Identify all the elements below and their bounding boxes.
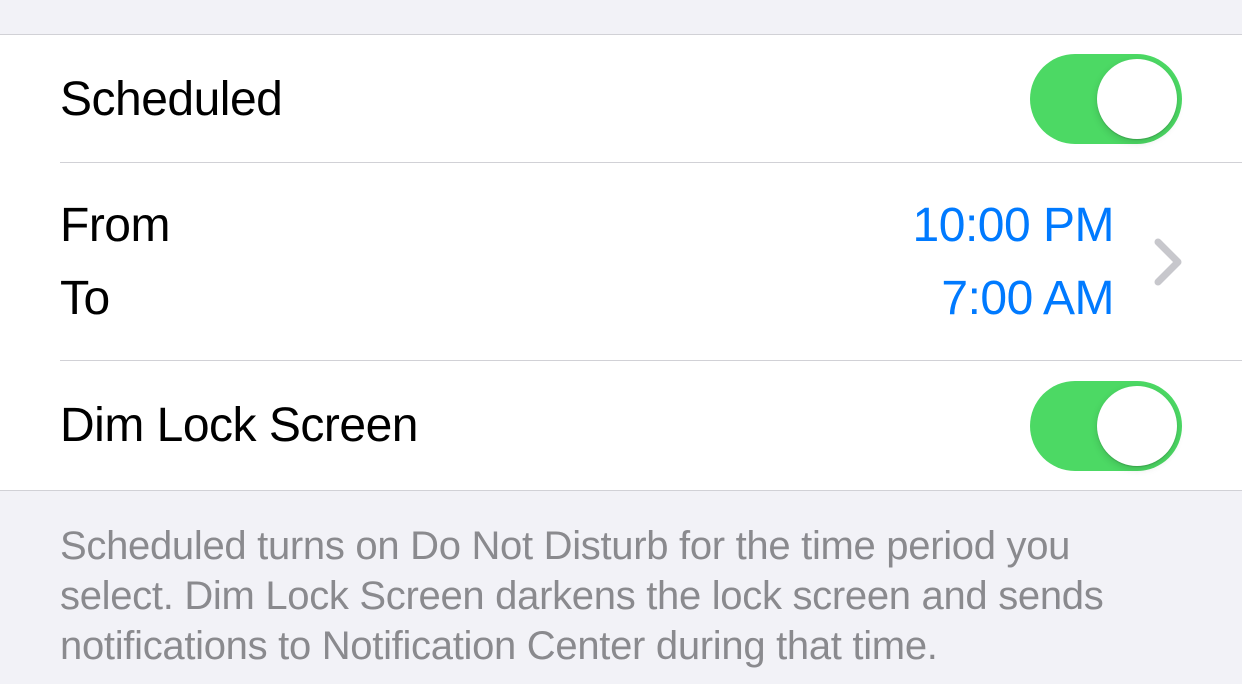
schedule-range-row[interactable]: From To 10:00 PM 7:00 AM — [0, 163, 1242, 361]
dim-lock-screen-row: Dim Lock Screen — [0, 361, 1242, 491]
scheduled-row: Scheduled — [0, 35, 1242, 163]
from-value: 10:00 PM — [913, 198, 1114, 253]
chevron-right-icon — [1154, 238, 1182, 286]
section-spacer — [0, 0, 1242, 35]
toggle-knob — [1097, 386, 1177, 466]
schedule-labels: From To — [60, 198, 170, 326]
from-label: From — [60, 198, 170, 253]
scheduled-label: Scheduled — [60, 72, 282, 127]
toggle-knob — [1097, 59, 1177, 139]
to-label: To — [60, 271, 170, 326]
to-value: 7:00 AM — [913, 271, 1114, 326]
scheduled-toggle[interactable] — [1030, 54, 1182, 144]
section-footer-text: Scheduled turns on Do Not Disturb for th… — [0, 491, 1242, 671]
schedule-values: 10:00 PM 7:00 AM — [913, 198, 1114, 326]
dim-lock-screen-label: Dim Lock Screen — [60, 398, 418, 453]
dim-lock-screen-toggle[interactable] — [1030, 381, 1182, 471]
settings-group: Scheduled From To 10:00 PM 7:00 AM Dim L… — [0, 35, 1242, 491]
